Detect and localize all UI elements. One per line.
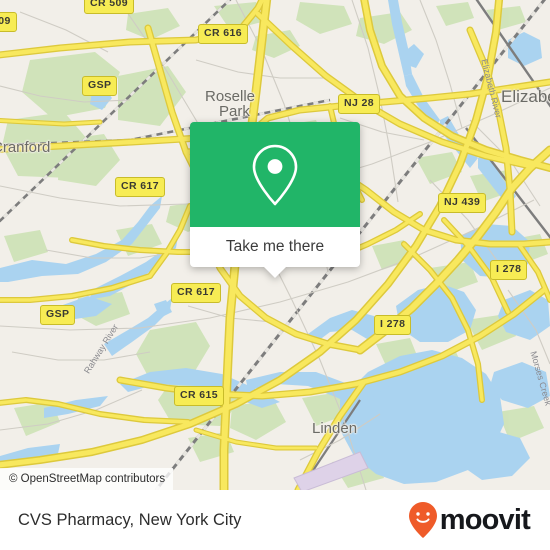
popup-header (190, 122, 360, 227)
popup-pointer-tail (264, 267, 286, 278)
place-label-cranford: Cranford (0, 139, 51, 156)
map-attribution[interactable]: © OpenStreetMap contributors (0, 468, 174, 490)
road-shield: I 278 (374, 315, 412, 335)
place-label-park: Park (219, 103, 250, 120)
moovit-brand[interactable]: moovit (408, 501, 531, 539)
road-shield: CR 616 (198, 24, 249, 44)
moovit-wordmark: moovit (439, 503, 531, 536)
road-shield: GSP (40, 305, 76, 325)
road-shield: 509 (0, 12, 17, 32)
road-shield: CR 509 (84, 0, 135, 14)
place-label-linden: Linden (312, 420, 358, 437)
map-location-popup[interactable]: Take me there (190, 122, 360, 278)
map-canvas[interactable]: CR 509 509 CR 616 GSP NJ 28 CR 617 NJ 43… (0, 0, 550, 490)
attribution-text: © OpenStreetMap contributors (9, 473, 166, 485)
location-title: CVS Pharmacy, New York City (18, 510, 242, 529)
road-shield: CR 617 (115, 177, 166, 197)
road-shield: I 278 (490, 260, 528, 280)
map-pin-icon (252, 144, 298, 205)
place-label-elizabeth: Elizabeth (501, 87, 550, 106)
road-shield: NJ 439 (438, 193, 487, 213)
road-shield: NJ 28 (338, 94, 381, 114)
moovit-pin-icon (408, 502, 437, 538)
road-shield: CR 617 (171, 283, 222, 303)
footer-bar: CVS Pharmacy, New York City moovit (0, 490, 550, 550)
road-shield: GSP (82, 76, 118, 96)
take-me-there-label: Take me there (225, 238, 325, 256)
road-shield: CR 615 (174, 386, 225, 406)
moovit-map-screenshot: CR 509 509 CR 616 GSP NJ 28 CR 617 NJ 43… (0, 0, 550, 550)
popup-footer[interactable]: Take me there (190, 227, 360, 278)
